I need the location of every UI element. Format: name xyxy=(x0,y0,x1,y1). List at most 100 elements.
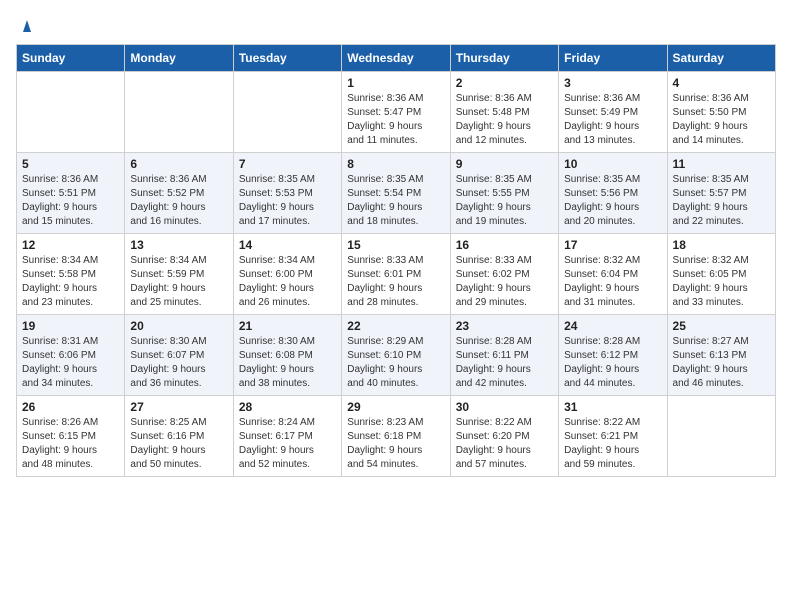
day-info: Sunrise: 8:36 AM Sunset: 5:48 PM Dayligh… xyxy=(456,92,553,148)
calendar-header-row: SundayMondayTuesdayWednesdayThursdayFrid… xyxy=(17,45,776,72)
column-header-thursday: Thursday xyxy=(450,45,558,72)
day-number: 14 xyxy=(239,238,336,252)
column-header-sunday: Sunday xyxy=(17,45,125,72)
calendar-cell: 23 Sunrise: 8:28 AM Sunset: 6:11 PM Dayli… xyxy=(450,315,558,396)
calendar-cell: 9 Sunrise: 8:35 AM Sunset: 5:55 PM Daylig… xyxy=(450,153,558,234)
calendar-cell: 20Sunrise: 8:30 AM Sunset: 6:07 PM Dayli… xyxy=(125,315,233,396)
calendar-cell: 4 Sunrise: 8:36 AM Sunset: 5:50 PM Daylig… xyxy=(667,72,775,153)
logo-triangle-icon xyxy=(18,16,36,34)
calendar-cell: 12 Sunrise: 8:34 AM Sunset: 5:58 PM Dayli… xyxy=(17,234,125,315)
day-number: 20 xyxy=(130,319,227,333)
calendar-cell: 30 Sunrise: 8:22 AM Sunset: 6:20 PM Dayli… xyxy=(450,396,558,477)
calendar-cell xyxy=(17,72,125,153)
calendar-cell: 25Sunrise: 8:27 AM Sunset: 6:13 PM Dayli… xyxy=(667,315,775,396)
day-info: Sunrise: 8:28 AM Sunset: 6:11 PM Dayligh… xyxy=(456,335,553,391)
day-number: 27 xyxy=(130,400,227,414)
calendar-cell: 15 Sunrise: 8:33 AM Sunset: 6:01 PM Dayli… xyxy=(342,234,450,315)
day-info: Sunrise: 8:35 AM Sunset: 5:55 PM Dayligh… xyxy=(456,173,553,229)
day-number: 19 xyxy=(22,319,119,333)
day-info: Sunrise: 8:32 AM Sunset: 6:04 PM Dayligh… xyxy=(564,254,661,310)
day-number: 24 xyxy=(564,319,661,333)
column-header-tuesday: Tuesday xyxy=(233,45,341,72)
week-row-2: 5Sunrise: 8:36 AM Sunset: 5:51 PM Daylig… xyxy=(17,153,776,234)
day-info: Sunrise: 8:32 AM Sunset: 6:05 PM Dayligh… xyxy=(673,254,770,310)
calendar-cell: 22 Sunrise: 8:29 AM Sunset: 6:10 PM Dayli… xyxy=(342,315,450,396)
day-number: 28 xyxy=(239,400,336,414)
day-info: Sunrise: 8:36 AM Sunset: 5:47 PM Dayligh… xyxy=(347,92,444,148)
day-number: 9 xyxy=(456,157,553,171)
calendar-cell: 16Sunrise: 8:33 AM Sunset: 6:02 PM Dayli… xyxy=(450,234,558,315)
calendar-cell xyxy=(233,72,341,153)
day-number: 8 xyxy=(347,157,444,171)
week-row-4: 19 Sunrise: 8:31 AM Sunset: 6:06 PM Dayli… xyxy=(17,315,776,396)
day-number: 13 xyxy=(130,238,227,252)
day-info: Sunrise: 8:25 AM Sunset: 6:16 PM Dayligh… xyxy=(130,416,227,472)
calendar-cell: 7 Sunrise: 8:35 AM Sunset: 5:53 PM Daylig… xyxy=(233,153,341,234)
day-number: 3 xyxy=(564,76,661,90)
calendar-cell: 18 Sunrise: 8:32 AM Sunset: 6:05 PM Dayli… xyxy=(667,234,775,315)
calendar-cell: 5Sunrise: 8:36 AM Sunset: 5:51 PM Daylig… xyxy=(17,153,125,234)
calendar-cell: 10 Sunrise: 8:35 AM Sunset: 5:56 PM Dayli… xyxy=(559,153,667,234)
day-info: Sunrise: 8:31 AM Sunset: 6:06 PM Dayligh… xyxy=(22,335,119,391)
day-number: 30 xyxy=(456,400,553,414)
day-info: Sunrise: 8:35 AM Sunset: 5:56 PM Dayligh… xyxy=(564,173,661,229)
day-info: Sunrise: 8:23 AM Sunset: 6:18 PM Dayligh… xyxy=(347,416,444,472)
calendar-cell: 11Sunrise: 8:35 AM Sunset: 5:57 PM Dayli… xyxy=(667,153,775,234)
day-number: 23 xyxy=(456,319,553,333)
day-number: 12 xyxy=(22,238,119,252)
day-number: 26 xyxy=(22,400,119,414)
day-info: Sunrise: 8:29 AM Sunset: 6:10 PM Dayligh… xyxy=(347,335,444,391)
day-number: 18 xyxy=(673,238,770,252)
week-row-3: 12 Sunrise: 8:34 AM Sunset: 5:58 PM Dayli… xyxy=(17,234,776,315)
day-info: Sunrise: 8:35 AM Sunset: 5:53 PM Dayligh… xyxy=(239,173,336,229)
column-header-wednesday: Wednesday xyxy=(342,45,450,72)
column-header-saturday: Saturday xyxy=(667,45,775,72)
day-number: 7 xyxy=(239,157,336,171)
calendar-cell xyxy=(125,72,233,153)
calendar-cell: 14 Sunrise: 8:34 AM Sunset: 6:00 PM Dayli… xyxy=(233,234,341,315)
calendar-cell: 27 Sunrise: 8:25 AM Sunset: 6:16 PM Dayli… xyxy=(125,396,233,477)
day-number: 10 xyxy=(564,157,661,171)
logo xyxy=(16,16,36,34)
day-number: 25 xyxy=(673,319,770,333)
day-info: Sunrise: 8:34 AM Sunset: 5:59 PM Dayligh… xyxy=(130,254,227,310)
day-info: Sunrise: 8:35 AM Sunset: 5:57 PM Dayligh… xyxy=(673,173,770,229)
day-info: Sunrise: 8:33 AM Sunset: 6:02 PM Dayligh… xyxy=(456,254,553,310)
calendar-cell: 3 Sunrise: 8:36 AM Sunset: 5:49 PM Daylig… xyxy=(559,72,667,153)
day-info: Sunrise: 8:34 AM Sunset: 6:00 PM Dayligh… xyxy=(239,254,336,310)
day-info: Sunrise: 8:30 AM Sunset: 6:08 PM Dayligh… xyxy=(239,335,336,391)
calendar-cell: 31Sunrise: 8:22 AM Sunset: 6:21 PM Dayli… xyxy=(559,396,667,477)
calendar-cell: 28 Sunrise: 8:24 AM Sunset: 6:17 PM Dayli… xyxy=(233,396,341,477)
day-info: Sunrise: 8:22 AM Sunset: 6:20 PM Dayligh… xyxy=(456,416,553,472)
page-header xyxy=(16,16,776,34)
calendar-cell: 24 Sunrise: 8:28 AM Sunset: 6:12 PM Dayli… xyxy=(559,315,667,396)
calendar-cell: 26 Sunrise: 8:26 AM Sunset: 6:15 PM Dayli… xyxy=(17,396,125,477)
day-info: Sunrise: 8:36 AM Sunset: 5:50 PM Dayligh… xyxy=(673,92,770,148)
day-info: Sunrise: 8:36 AM Sunset: 5:49 PM Dayligh… xyxy=(564,92,661,148)
calendar-cell: 1 Sunrise: 8:36 AM Sunset: 5:47 PM Daylig… xyxy=(342,72,450,153)
day-number: 17 xyxy=(564,238,661,252)
day-number: 6 xyxy=(130,157,227,171)
week-row-5: 26 Sunrise: 8:26 AM Sunset: 6:15 PM Dayli… xyxy=(17,396,776,477)
day-info: Sunrise: 8:28 AM Sunset: 6:12 PM Dayligh… xyxy=(564,335,661,391)
day-info: Sunrise: 8:24 AM Sunset: 6:17 PM Dayligh… xyxy=(239,416,336,472)
day-number: 1 xyxy=(347,76,444,90)
day-number: 2 xyxy=(456,76,553,90)
day-number: 15 xyxy=(347,238,444,252)
day-info: Sunrise: 8:22 AM Sunset: 6:21 PM Dayligh… xyxy=(564,416,661,472)
day-info: Sunrise: 8:34 AM Sunset: 5:58 PM Dayligh… xyxy=(22,254,119,310)
day-number: 22 xyxy=(347,319,444,333)
calendar-cell: 17 Sunrise: 8:32 AM Sunset: 6:04 PM Dayli… xyxy=(559,234,667,315)
day-info: Sunrise: 8:36 AM Sunset: 5:51 PM Dayligh… xyxy=(22,173,119,229)
calendar-cell: 29Sunrise: 8:23 AM Sunset: 6:18 PM Dayli… xyxy=(342,396,450,477)
calendar-cell: 19 Sunrise: 8:31 AM Sunset: 6:06 PM Dayli… xyxy=(17,315,125,396)
day-info: Sunrise: 8:26 AM Sunset: 6:15 PM Dayligh… xyxy=(22,416,119,472)
calendar-table: SundayMondayTuesdayWednesdayThursdayFrid… xyxy=(16,44,776,477)
column-header-monday: Monday xyxy=(125,45,233,72)
day-info: Sunrise: 8:36 AM Sunset: 5:52 PM Dayligh… xyxy=(130,173,227,229)
day-info: Sunrise: 8:33 AM Sunset: 6:01 PM Dayligh… xyxy=(347,254,444,310)
day-number: 4 xyxy=(673,76,770,90)
calendar-cell: 6 Sunrise: 8:36 AM Sunset: 5:52 PM Daylig… xyxy=(125,153,233,234)
week-row-1: 1 Sunrise: 8:36 AM Sunset: 5:47 PM Daylig… xyxy=(17,72,776,153)
day-info: Sunrise: 8:35 AM Sunset: 5:54 PM Dayligh… xyxy=(347,173,444,229)
